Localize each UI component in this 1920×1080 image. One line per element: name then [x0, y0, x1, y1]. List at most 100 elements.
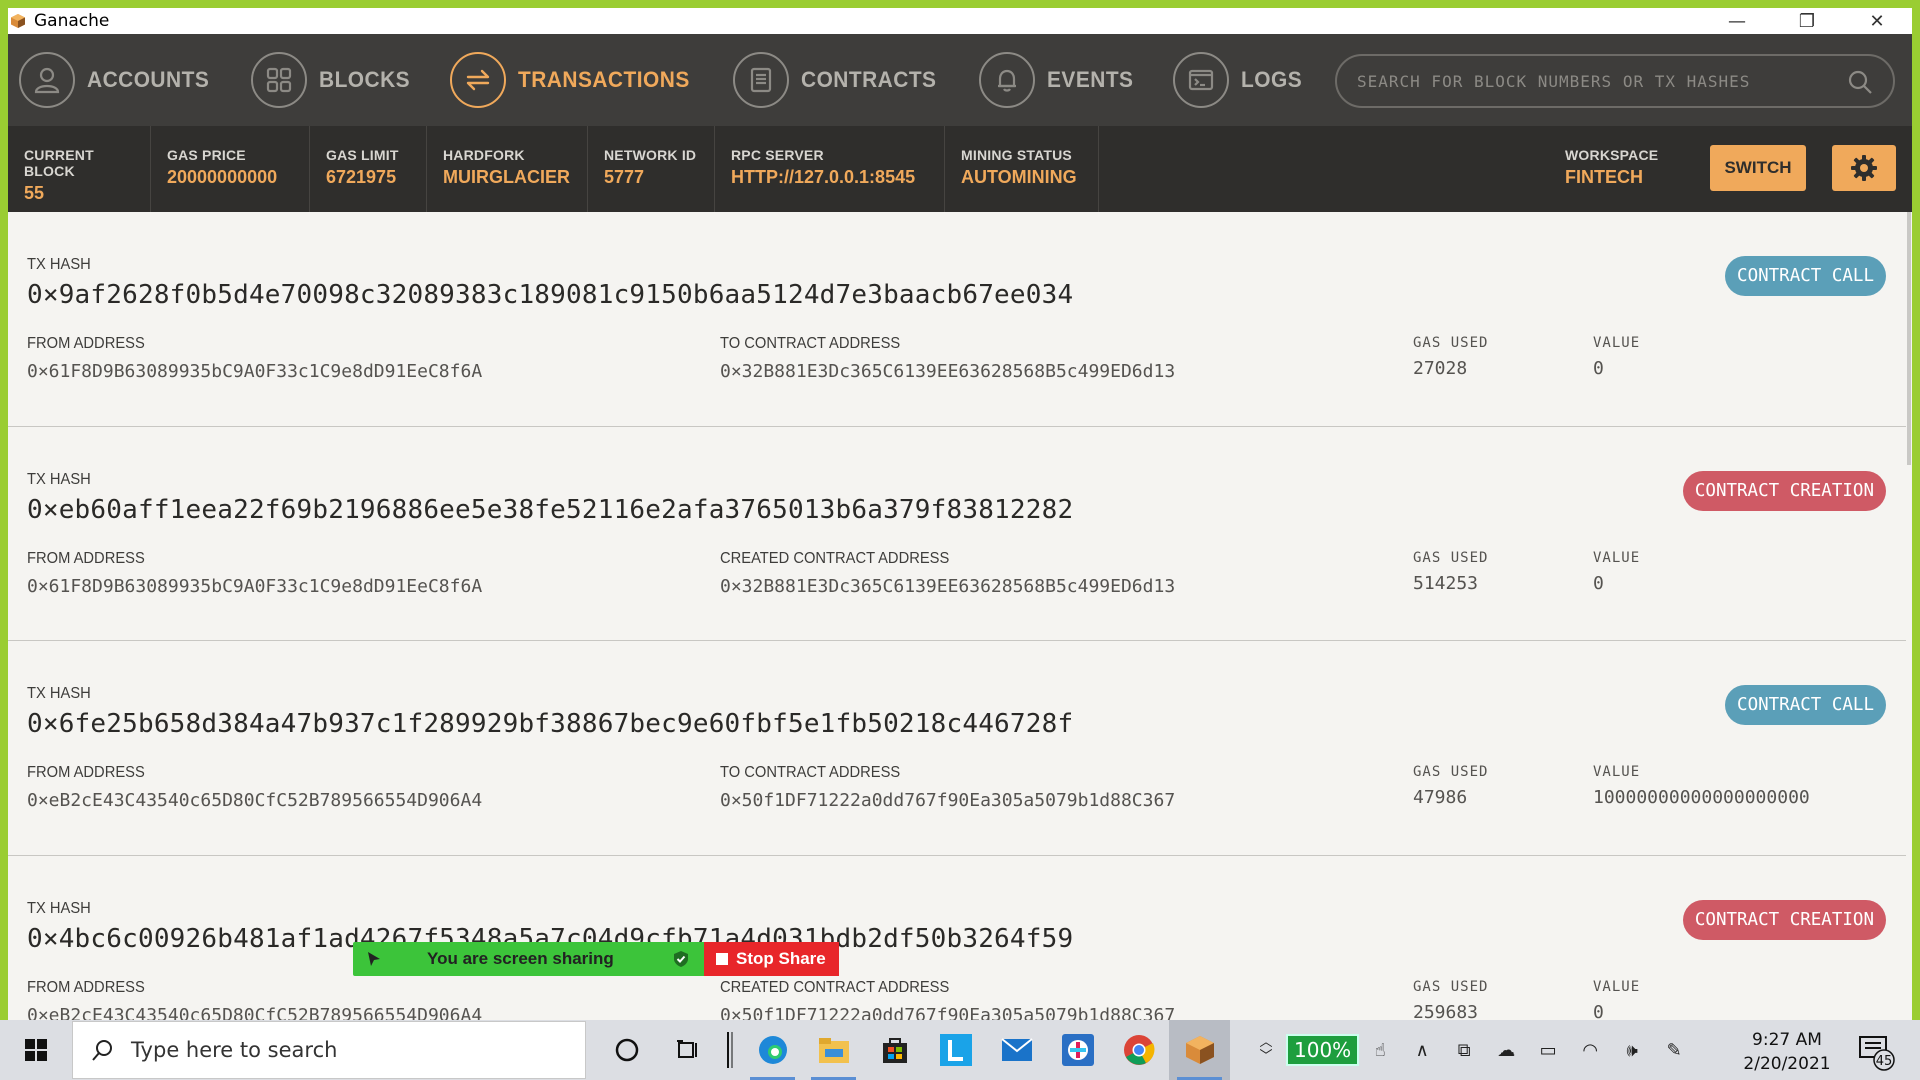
zoom-indicator[interactable]: 100%	[1286, 1034, 1360, 1066]
nav-contracts[interactable]: CONTRACTS	[722, 34, 944, 126]
search-icon[interactable]	[1847, 69, 1873, 95]
screen-share-bar: You are screen sharing Stop Share	[353, 942, 839, 976]
from-address: 0×61F8D9B63089935bC9A0F33c1C9e8dD91EeC8f…	[27, 361, 483, 382]
close-button[interactable]: ✕	[1842, 8, 1912, 34]
pen-icon[interactable]: ✎	[1653, 1040, 1695, 1061]
from-address-label: FROM ADDRESS	[27, 978, 145, 996]
window-title: Ganache	[34, 11, 110, 31]
gas-used-label: GAS USED	[1413, 549, 1489, 566]
stat-gas-limit: GAS LIMIT 6721975	[310, 126, 427, 212]
list-scrollbar[interactable]	[1906, 212, 1912, 1020]
mail-icon[interactable]	[986, 1020, 1047, 1080]
transaction-row[interactable]: TX HASH 0×9af2628f0b5d4e70098c32089383c1…	[8, 212, 1906, 427]
from-address: 0×eB2cE43C43540c65D80CfC52B789566554D906…	[27, 790, 483, 811]
stat-value: MUIRGLACIER	[443, 167, 570, 187]
scrollbar-thumb[interactable]	[1907, 212, 1911, 465]
cortana-icon[interactable]	[596, 1020, 657, 1080]
nav-logs[interactable]: LOGS	[1162, 34, 1305, 126]
stat-rpc-server: RPC SERVER HTTP://127.0.0.1:8545	[715, 126, 945, 212]
taskbar-search[interactable]: Type here to search	[72, 1021, 586, 1079]
nav-contracts-label: CONTRACTS	[801, 67, 937, 92]
store-icon[interactable]	[864, 1020, 925, 1080]
wifi-icon[interactable]: ◠	[1569, 1040, 1611, 1061]
stat-mining-status: MINING STATUS AUTOMINING	[945, 126, 1099, 212]
nav-logs-label: LOGS	[1240, 67, 1303, 92]
stat-current-block: CURRENT BLOCK 55	[8, 126, 151, 212]
value-label: VALUE	[1593, 549, 1641, 566]
edge-browser-icon[interactable]	[742, 1020, 803, 1080]
value-label: VALUE	[1593, 764, 1641, 780]
clock-date: 2/20/2021	[1743, 1054, 1831, 1074]
chevron-up-icon[interactable]: ∧	[1401, 1040, 1443, 1061]
gas-used: 259683	[1413, 1001, 1479, 1021]
nav-accounts-label: ACCOUNTS	[87, 67, 210, 92]
stat-label: CURRENT BLOCK	[24, 147, 94, 179]
stat-gas-price: GAS PRICE 20000000000	[151, 126, 310, 212]
launcher-l-icon[interactable]	[925, 1020, 986, 1080]
touch-icon[interactable]: ☝	[1359, 1040, 1401, 1061]
system-clock[interactable]: 9:27 AM 2/20/2021	[1737, 1028, 1837, 1076]
nav-transactions[interactable]: TRANSACTIONS	[439, 34, 699, 126]
nav-events[interactable]: EVENTS	[968, 34, 1138, 126]
transaction-row[interactable]: TX HASH 0×6fe25b658d384a47b937c1f289929b…	[8, 641, 1906, 856]
person-icon	[19, 52, 75, 108]
search-box	[1335, 54, 1895, 108]
restore-button[interactable]: ❐	[1772, 8, 1842, 34]
from-address-label: FROM ADDRESS	[27, 764, 145, 781]
notifications-button[interactable]: 45	[1858, 1032, 1898, 1077]
battery-icon[interactable]: ▭	[1527, 1040, 1569, 1061]
nav-events-label: EVENTS	[1046, 67, 1134, 92]
volume-icon[interactable]: 🕪	[1611, 1040, 1653, 1061]
tx-hash-label: TX HASH	[27, 685, 91, 702]
transaction-row[interactable]: TX HASH 0×4bc6c00926b481af1ad4267f5348a5…	[8, 856, 1906, 1021]
tx-type-badge: CONTRACT CALL	[1725, 685, 1886, 725]
minimize-button[interactable]: —	[1702, 8, 1772, 34]
stat-label: HARDFORK	[443, 147, 525, 163]
transaction-row[interactable]: TX HASH 0×eb60aff1eea22f69b2196886ee5e38…	[8, 427, 1906, 641]
start-button[interactable]	[0, 1020, 72, 1080]
created-contract-address: 0×50f1DF71222a0dd767f90Ea305a5079b1d88C3…	[720, 1004, 1176, 1021]
value-label: VALUE	[1593, 335, 1641, 351]
nav-accounts[interactable]: ACCOUNTS	[8, 34, 216, 126]
drag-handle-icon[interactable]	[365, 950, 383, 968]
tx-hash-label: TX HASH	[27, 899, 91, 917]
terminal-icon	[1172, 52, 1229, 108]
created-contract-address: 0×32B881E3Dc365C6139EE63628568B5c499ED6d…	[720, 575, 1176, 597]
taskbar: Type here to search ︿ ﹀ 100% ☝ ∧ ⧉ ☁ ▭ ◠ …	[0, 1020, 1920, 1080]
tx-value: 0	[1593, 572, 1604, 594]
ganache-taskbar-icon[interactable]	[1169, 1020, 1230, 1080]
from-address-label: FROM ADDRESS	[27, 335, 145, 352]
nav-blocks-label: BLOCKS	[318, 67, 410, 92]
stop-icon	[716, 953, 728, 965]
screen-share-indicator[interactable]: You are screen sharing	[353, 942, 704, 976]
switch-workspace-button[interactable]: SWITCH	[1710, 145, 1806, 191]
file-explorer-icon[interactable]	[803, 1020, 864, 1080]
shield-check-icon	[674, 951, 688, 967]
slack-app-icon[interactable]	[1047, 1020, 1108, 1080]
tx-type-badge: CONTRACT CREATION	[1682, 470, 1886, 511]
onedrive-icon[interactable]: ☁	[1485, 1040, 1527, 1061]
settings-button[interactable]	[1832, 145, 1896, 191]
task-view-icon[interactable]	[657, 1020, 718, 1080]
stat-label: WORKSPACE	[1565, 147, 1659, 163]
system-tray: ︿ ﹀ 100% ☝ ∧ ⧉ ☁ ▭ ◠ 🕪 ✎	[1254, 1020, 1695, 1080]
tx-type-badge: CONTRACT CREATION	[1682, 899, 1886, 940]
stat-label: GAS PRICE	[167, 147, 246, 163]
stat-value: FINTECH	[1565, 167, 1643, 187]
tx-hash: 0×eb60aff1eea22f69b2196886ee5e38fe52116e…	[27, 494, 1074, 525]
scroll-arrows-icon[interactable]: ︿ ﹀	[1254, 1036, 1278, 1064]
tx-value: 0	[1593, 358, 1604, 379]
chrome-icon[interactable]	[1108, 1020, 1169, 1080]
tx-hash-label: TX HASH	[27, 256, 91, 273]
stat-workspace: WORKSPACE FINTECH	[1565, 147, 1658, 188]
stat-hardfork: HARDFORK MUIRGLACIER	[427, 126, 588, 212]
gas-used-label: GAS USED	[1413, 335, 1489, 351]
tx-value: 0	[1593, 1001, 1604, 1021]
created-contract-address-label: CREATED CONTRACT ADDRESS	[720, 549, 950, 567]
stop-share-button[interactable]: Stop Share	[704, 942, 839, 976]
windows-logo-icon	[25, 1039, 47, 1061]
meet-now-icon[interactable]: ⧉	[1443, 1040, 1485, 1061]
search-input[interactable]	[1357, 71, 1837, 91]
tx-type-badge: CONTRACT CALL	[1725, 256, 1886, 296]
nav-blocks[interactable]: BLOCKS	[240, 34, 415, 126]
